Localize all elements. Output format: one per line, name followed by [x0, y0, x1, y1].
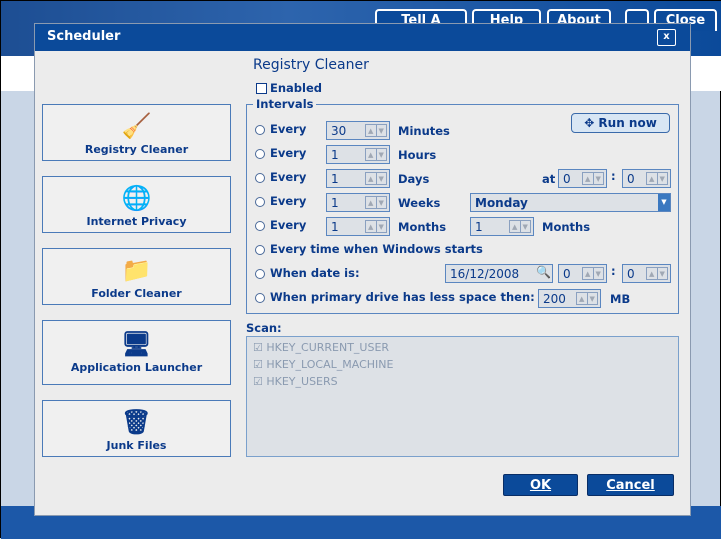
sidebar-item-folder-cleaner[interactable]: 📁 Folder Cleaner — [42, 248, 231, 305]
months-label-2: Months — [542, 220, 591, 234]
run-now-button[interactable]: ✥ Run now — [571, 113, 670, 133]
weeks-stepper[interactable]: 1 ▲ ▼ — [326, 193, 390, 212]
date-picker[interactable]: 16/12/2008 🔍 — [445, 264, 553, 283]
sidebar-item-label: Junk Files — [106, 439, 167, 452]
at-hour-stepper[interactable]: 0 ▲ ▼ — [558, 169, 607, 188]
radio-drive-space[interactable] — [255, 293, 265, 303]
months-label: Months — [398, 220, 447, 234]
radio-every-months[interactable] — [255, 221, 265, 231]
date-hour-stepper[interactable]: 0 ▲ ▼ — [558, 264, 607, 283]
hours-stepper[interactable]: 1 ▲ ▼ — [326, 145, 390, 164]
calendar-icon[interactable]: 🔍 — [536, 265, 551, 279]
radio-when-date[interactable] — [255, 269, 265, 279]
sidebar-item-internet-privacy[interactable]: 🌐 Internet Privacy — [42, 176, 231, 233]
ok-button[interactable]: OK — [503, 474, 578, 496]
chevron-down-icon[interactable]: ▼ — [658, 194, 670, 211]
mb-label: MB — [610, 292, 631, 306]
every-label: Every — [270, 170, 307, 184]
sidebar-item-label: Folder Cleaner — [91, 287, 182, 300]
radio-windows-start[interactable] — [255, 245, 265, 255]
radio-every-hours[interactable] — [255, 149, 265, 159]
sidebar-item-label: Registry Cleaner — [84, 143, 189, 156]
drive-space-label: When primary drive has less space then: — [270, 290, 535, 304]
sidebar-item-application-launcher[interactable]: 🖥 Application Launcher — [42, 320, 231, 385]
scan-item[interactable]: ☑ HKEY_CURRENT_USER — [253, 341, 389, 354]
scan-label: Scan: — [246, 321, 282, 335]
scan-item[interactable]: ☑ HKEY_USERS — [253, 375, 338, 388]
every-label: Every — [270, 218, 307, 232]
minutes-stepper[interactable]: 30 ▲ ▼ — [326, 121, 390, 140]
hours-label: Hours — [398, 148, 437, 162]
sidebar-item-label: Internet Privacy — [86, 215, 187, 228]
dialog-close-button[interactable]: x — [657, 29, 676, 46]
at-label: at — [542, 172, 556, 186]
radio-every-days[interactable] — [255, 173, 265, 183]
date-minute-stepper[interactable]: 0 ▲ ▼ — [622, 264, 671, 283]
cancel-button[interactable]: Cancel — [587, 474, 674, 496]
enabled-label: Enabled — [270, 81, 323, 95]
registry-cleaner-icon: 🧹 — [121, 112, 152, 140]
every-label: Every — [270, 194, 307, 208]
radio-every-weeks[interactable] — [255, 197, 265, 207]
junk-files-icon: 🗑 — [121, 408, 152, 436]
scan-item[interactable]: ☑ HKEY_LOCAL_MACHINE — [253, 358, 393, 371]
month-day-stepper[interactable]: 1 ▲ ▼ — [470, 217, 534, 236]
application-launcher-icon: 🖥 — [121, 330, 152, 358]
internet-privacy-icon: 🌐 — [121, 184, 152, 212]
when-date-label: When date is: — [270, 266, 360, 280]
radio-every-minutes[interactable] — [255, 125, 265, 135]
sidebar-item-junk-files[interactable]: 🗑 Junk Files — [42, 400, 231, 457]
days-stepper[interactable]: 1 ▲ ▼ — [326, 169, 390, 188]
run-now-label: Run now — [598, 116, 657, 130]
windows-start-label: Every time when Windows starts — [270, 242, 483, 256]
run-icon: ✥ — [584, 116, 599, 130]
at-minute-stepper[interactable]: 0 ▲ ▼ — [622, 169, 671, 188]
months-stepper[interactable]: 1 ▲ ▼ — [326, 217, 390, 236]
sidebar-item-label: Application Launcher — [70, 361, 203, 374]
sidebar-item-registry-cleaner[interactable]: 🧹 Registry Cleaner — [42, 104, 231, 161]
minutes-label: Minutes — [398, 124, 450, 138]
every-label: Every — [270, 146, 307, 160]
folder-cleaner-icon: 📁 — [121, 256, 152, 284]
scheduler-dialog: Scheduler x 🧹 Registry Cleaner 🌐 Internet … — [34, 23, 691, 516]
scan-list: ☑ HKEY_CURRENT_USER ☑ HKEY_LOCAL_MACHINE… — [246, 336, 679, 457]
enabled-checkbox[interactable] — [256, 83, 267, 94]
every-label: Every — [270, 122, 307, 136]
section-title: Registry Cleaner — [253, 57, 369, 73]
dialog-title: Scheduler — [35, 24, 690, 51]
intervals-label: Intervals — [253, 97, 317, 111]
weeks-label: Weeks — [398, 196, 441, 210]
days-label: Days — [398, 172, 430, 186]
weekday-select[interactable]: Monday ▼ — [470, 193, 671, 212]
colon: : — [611, 264, 616, 278]
space-stepper[interactable]: 200 ▲ ▼ — [538, 289, 601, 308]
colon: : — [611, 169, 616, 183]
